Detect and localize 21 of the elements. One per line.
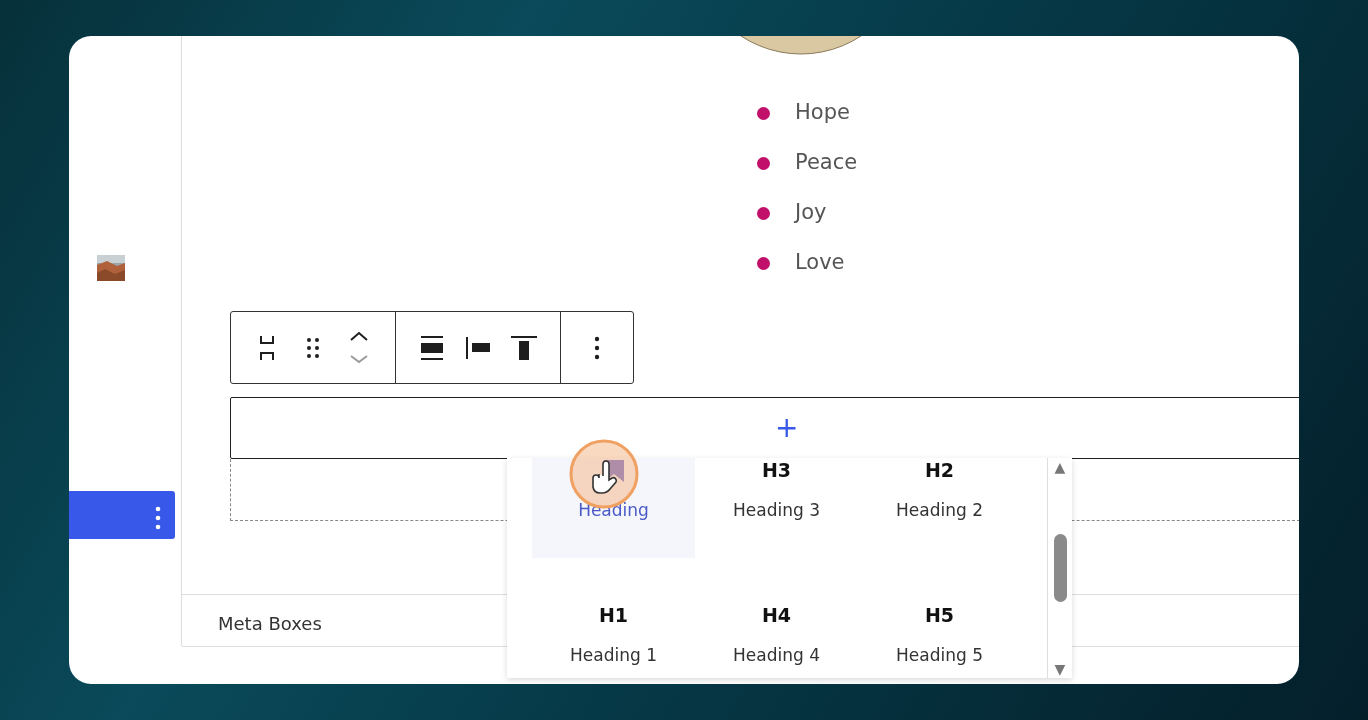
bullet-icon	[757, 106, 770, 120]
list-item: Joy	[795, 199, 827, 227]
bullet-icon	[757, 206, 770, 220]
list-item: Hope	[795, 99, 850, 127]
add-block-button[interactable]: +	[230, 397, 1299, 459]
list-item: Love	[795, 249, 845, 277]
heading-level-label: H2	[924, 458, 955, 483]
bullet-icon	[757, 156, 770, 170]
heading-level-label: H1	[598, 603, 629, 628]
heading-level-label: H5	[924, 603, 955, 628]
kebab-icon	[155, 505, 161, 530]
bullet-icon	[757, 256, 770, 270]
scroll-up-button[interactable]: ▲	[1054, 460, 1066, 474]
list-item: Peace	[795, 149, 858, 177]
kebab-icon	[594, 334, 600, 361]
scrollbar-thumb[interactable]	[1053, 534, 1067, 602]
scroll-down-button[interactable]: ▼	[1054, 662, 1066, 676]
chevron-icon	[348, 329, 370, 366]
heading-level-label: H4	[761, 603, 792, 628]
heading-level-label: H3	[761, 458, 792, 483]
panel-label: Meta Boxes	[218, 612, 322, 636]
